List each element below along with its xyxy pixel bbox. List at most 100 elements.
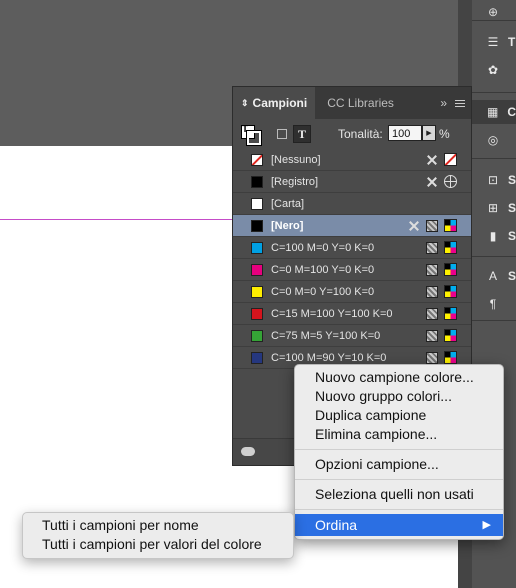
dock-divider	[472, 320, 516, 321]
lines-icon: ☰	[487, 35, 499, 49]
palette-icon: ✿	[487, 63, 499, 77]
no-edit-icon	[408, 220, 420, 232]
dock-divider	[472, 20, 516, 21]
swatch-icons	[426, 329, 457, 342]
menu-separator	[295, 479, 503, 480]
dock-divider	[472, 158, 516, 159]
menu-separator	[295, 509, 503, 510]
swatch-row[interactable]: C=0 M=100 Y=0 K=0	[233, 259, 471, 281]
swatch-row[interactable]: [Registro]	[233, 171, 471, 193]
swatch-list: [Nessuno] [Registro] [Carta] [Nero] C=10…	[233, 149, 471, 369]
fill-stroke-icon[interactable]: T	[241, 124, 262, 146]
paragraph-style-icon: ¶	[489, 297, 497, 311]
dock-item-bookmark[interactable]: ▮ S	[472, 224, 516, 248]
swatch-row[interactable]: C=0 M=0 Y=100 K=0	[233, 281, 471, 303]
registration-icon	[444, 175, 457, 188]
dock-item-charstyle[interactable]: AS	[472, 264, 516, 288]
submenu-item-sort-by-name[interactable]: Tutti i campioni per nome	[42, 516, 199, 535]
dock-item-palette[interactable]: ✿	[472, 58, 516, 82]
menu-item-select-unused[interactable]: Seleziona quelli non usati	[295, 485, 503, 504]
menu-item-duplicate-swatch[interactable]: Duplica campione	[295, 406, 503, 425]
dock-item-text[interactable]: ☰ T	[472, 30, 516, 54]
swatch-row-selected[interactable]: [Nero]	[233, 215, 471, 237]
submenu-arrow-icon: ▶	[482, 519, 491, 531]
menu-separator	[295, 449, 503, 450]
swatch-chip	[251, 153, 263, 166]
dock-item-cc[interactable]: ◎	[472, 128, 516, 152]
swatch-icons	[426, 307, 457, 320]
swatch-name: [Nero]	[271, 219, 304, 232]
menu-item-swatch-options[interactable]: Opzioni campione...	[295, 455, 503, 474]
swatch-icons	[426, 241, 457, 254]
no-edit-icon	[426, 176, 438, 188]
swatch-name: C=100 M=90 Y=10 K=0	[271, 351, 387, 364]
process-icon	[426, 285, 438, 298]
process-icon	[426, 307, 438, 320]
cmyk-icon	[444, 329, 457, 342]
no-edit-icon	[426, 154, 438, 166]
character-style-icon: A	[488, 269, 497, 283]
swatch-chip	[251, 175, 263, 188]
panel-controls: »	[440, 87, 471, 119]
menu-item-new-color-swatch[interactable]: Nuovo campione colore...	[295, 368, 503, 387]
menu-item-sort[interactable]: Ordina ▶	[295, 514, 503, 536]
swatch-chip	[251, 219, 263, 232]
cloud-icon[interactable]	[241, 447, 255, 456]
swatch-chip	[251, 285, 263, 298]
link-icon: ⊕	[487, 5, 499, 19]
margin-guide	[0, 219, 232, 220]
menu-item-delete-swatch[interactable]: Elimina campione...	[295, 425, 503, 444]
submenu-item-sort-by-color-value[interactable]: Tutti i campioni per valori del colore	[42, 535, 262, 554]
cmyk-icon	[444, 351, 457, 364]
swatch-name: [Carta]	[271, 197, 305, 210]
swatch-name: C=0 M=100 Y=0 K=0	[271, 263, 375, 276]
dock-item-transform[interactable]: ⊡ S	[472, 168, 516, 192]
process-icon	[426, 241, 438, 254]
swatch-name: [Registro]	[271, 175, 319, 188]
panel-menu-icon[interactable]	[455, 99, 465, 107]
cmyk-icon	[444, 241, 457, 254]
menu-item-new-color-group[interactable]: Nuovo gruppo colori...	[295, 387, 503, 406]
tint-label: Tonalità:	[338, 127, 383, 141]
swatch-chip	[251, 307, 263, 320]
swatch-icons	[426, 351, 457, 364]
none-swatch-icon	[444, 153, 457, 166]
dock-item-parastyle[interactable]: ¶	[472, 292, 516, 316]
tabs-spacer	[402, 87, 440, 119]
swatch-name: C=100 M=0 Y=0 K=0	[271, 241, 375, 254]
dock-item-swatches[interactable]: ▦ C	[472, 100, 516, 124]
swatch-row[interactable]: C=75 M=5 Y=100 K=0	[233, 325, 471, 347]
swatch-toolbar: T T Tonalità: 100 ▶ %	[233, 119, 471, 149]
swatch-row[interactable]: C=15 M=100 Y=100 K=0	[233, 303, 471, 325]
dock-divider	[472, 256, 516, 257]
swatch-row[interactable]: [Nessuno]	[233, 149, 471, 171]
expand-panel-icon[interactable]: »	[440, 96, 447, 110]
tint-input[interactable]: 100	[388, 125, 422, 141]
swatch-icons	[426, 175, 457, 188]
tab-cc-libraries[interactable]: CC Libraries	[315, 87, 402, 119]
swatch-chip	[251, 263, 263, 276]
process-icon	[426, 351, 438, 364]
swatch-chip	[251, 241, 263, 254]
process-icon	[426, 263, 438, 276]
tab-cc-libraries-label: CC Libraries	[327, 96, 394, 110]
panel-tabs: ⇕ Campioni CC Libraries »	[233, 87, 471, 119]
swatch-icons	[408, 219, 457, 232]
swatch-row[interactable]: [Carta]	[233, 193, 471, 215]
tint-stepper-arrow-icon[interactable]: ▶	[422, 125, 436, 141]
text-format-button[interactable]: T	[293, 125, 311, 143]
swatch-name: C=75 M=5 Y=100 K=0	[271, 329, 381, 342]
dock-divider	[472, 92, 516, 93]
swatch-name: C=15 M=100 Y=100 K=0	[271, 307, 393, 320]
tab-swatches[interactable]: ⇕ Campioni	[233, 87, 316, 119]
cmyk-icon	[444, 219, 457, 232]
dock-item-style[interactable]: ⊞ S	[472, 196, 516, 220]
chevron-updown-icon: ⇕	[241, 97, 249, 108]
menu-item-sort-label: Ordina	[315, 517, 358, 533]
swatch-name: C=0 M=0 Y=100 K=0	[271, 285, 375, 298]
swatch-row[interactable]: C=100 M=0 Y=0 K=0	[233, 237, 471, 259]
swatch-icons	[426, 153, 457, 166]
container-format-button[interactable]	[277, 129, 287, 139]
swatch-chip	[251, 197, 263, 210]
cmyk-icon	[444, 307, 457, 320]
